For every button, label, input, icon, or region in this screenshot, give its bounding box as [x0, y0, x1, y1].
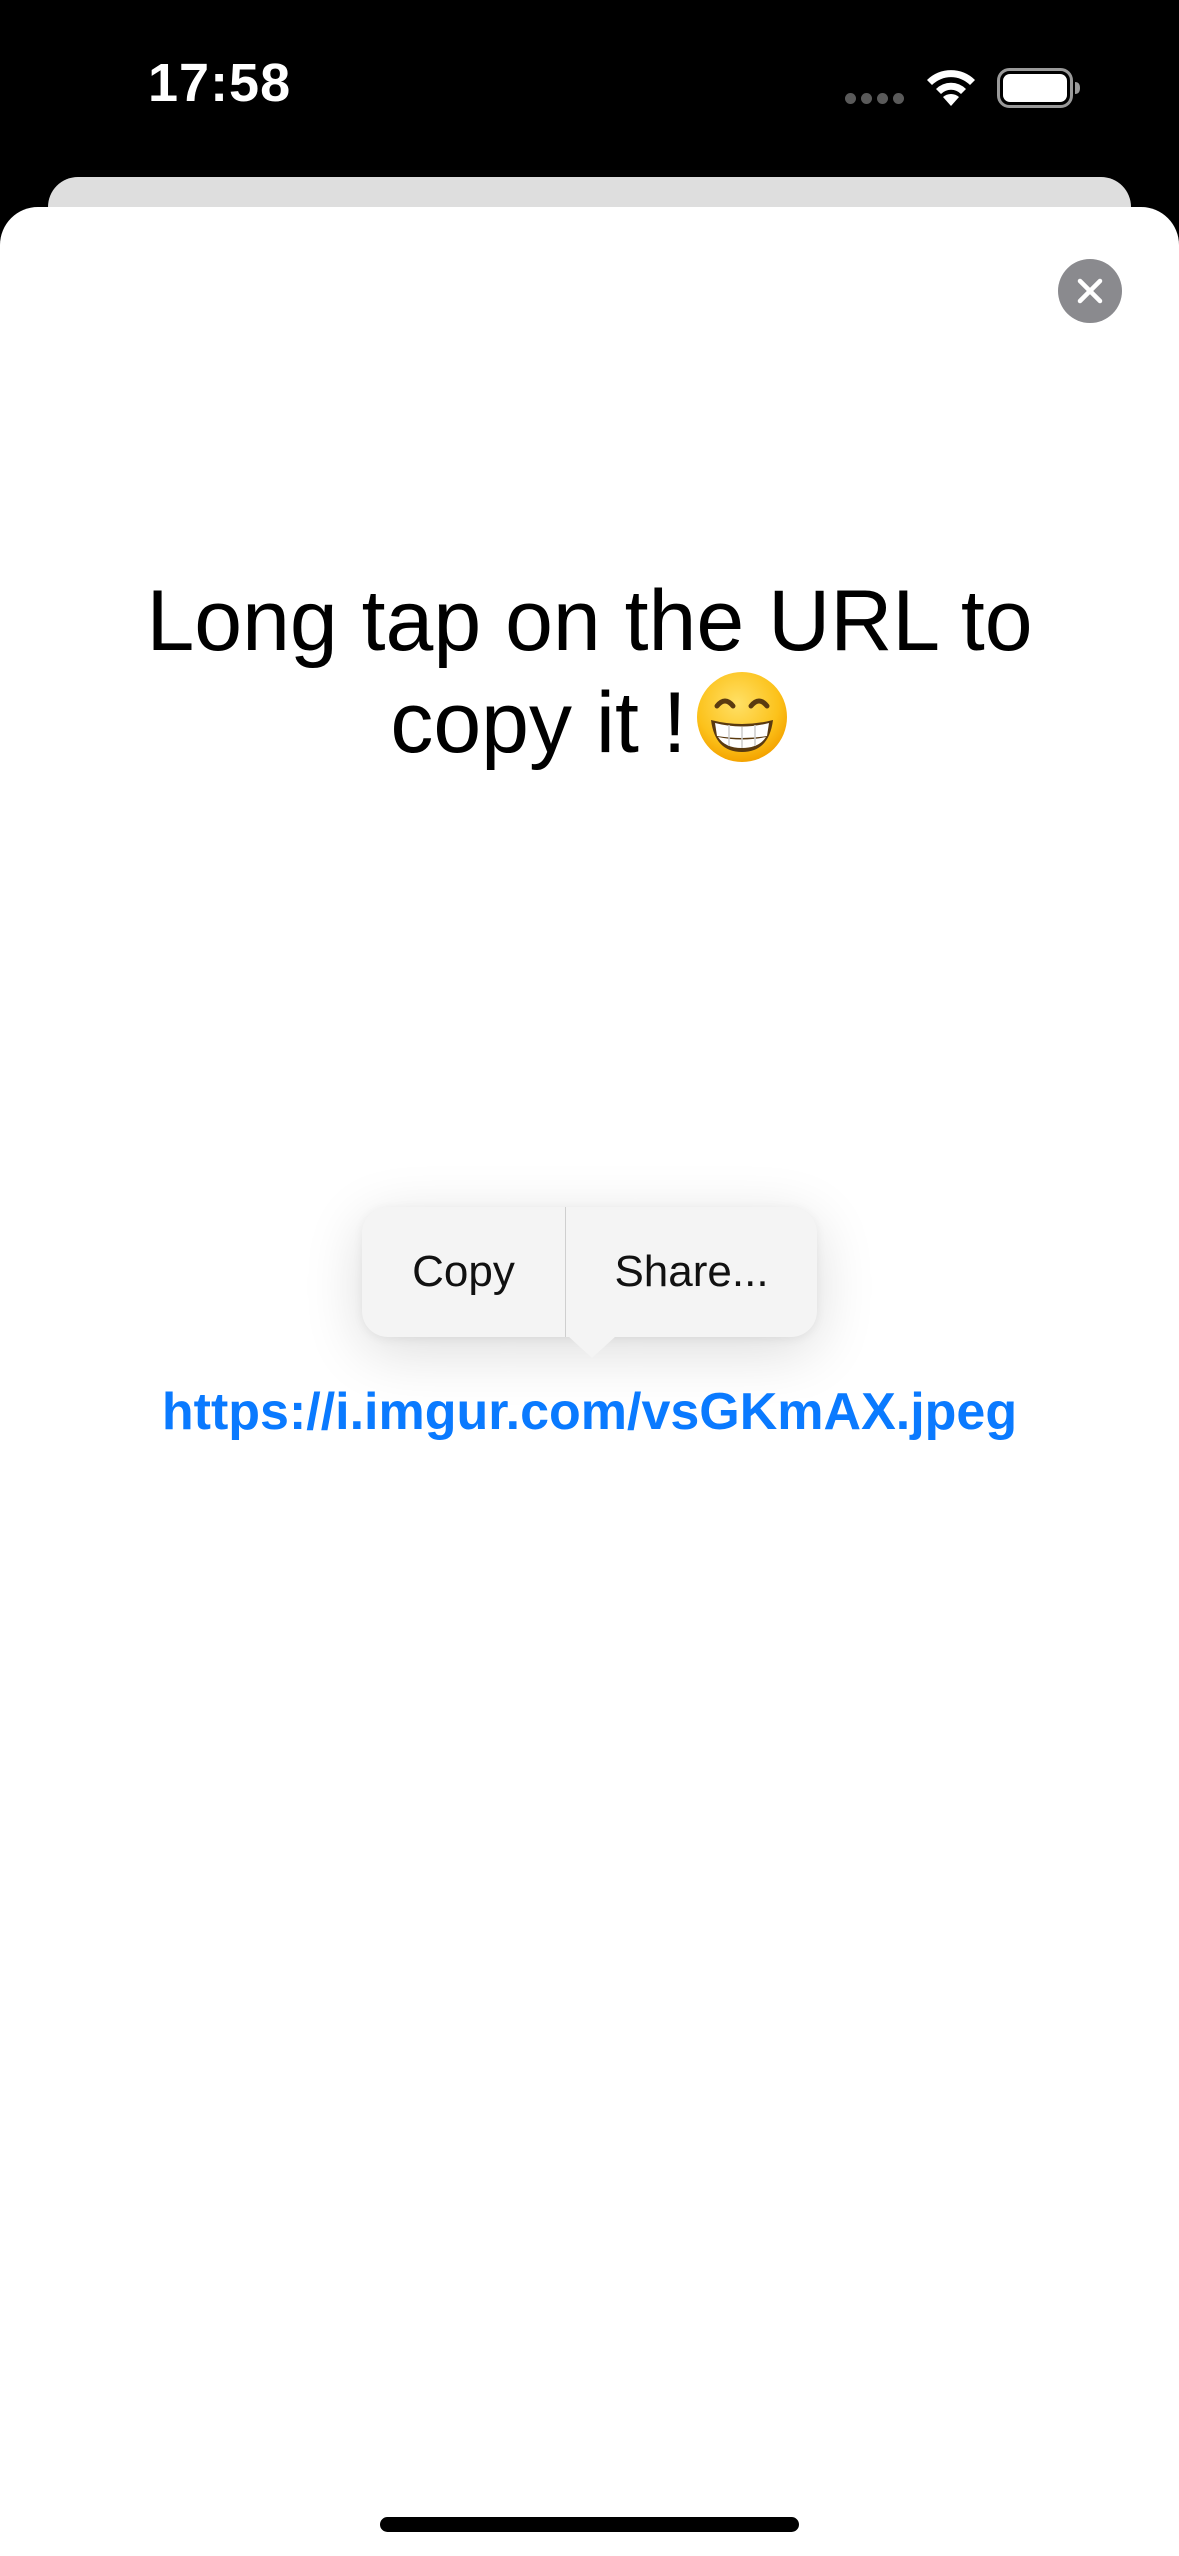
wifi-icon [927, 70, 975, 106]
edit-context-menu: Copy Share... [362, 1207, 817, 1337]
copy-menu-item[interactable]: Copy [362, 1207, 565, 1337]
close-button[interactable] [1058, 259, 1122, 323]
battery-icon [997, 68, 1080, 108]
share-menu-item[interactable]: Share... [566, 1207, 817, 1337]
status-time: 17:58 [148, 53, 292, 113]
cellular-signal-icon [845, 93, 907, 105]
grinning-face-icon [696, 672, 787, 762]
screen: 17:58 Long tap on the URL to copy it ! C… [0, 0, 1179, 2556]
instruction-text: Long tap on the URL to copy it ! [146, 573, 1033, 771]
url-link[interactable]: https://i.imgur.com/vsGKmAX.jpeg [0, 1382, 1179, 1442]
close-icon [1077, 278, 1103, 304]
instruction-heading: Long tap on the URL to copy it ! [60, 572, 1119, 772]
menu-pointer-arrow [568, 1336, 616, 1358]
home-indicator[interactable] [380, 2517, 799, 2532]
